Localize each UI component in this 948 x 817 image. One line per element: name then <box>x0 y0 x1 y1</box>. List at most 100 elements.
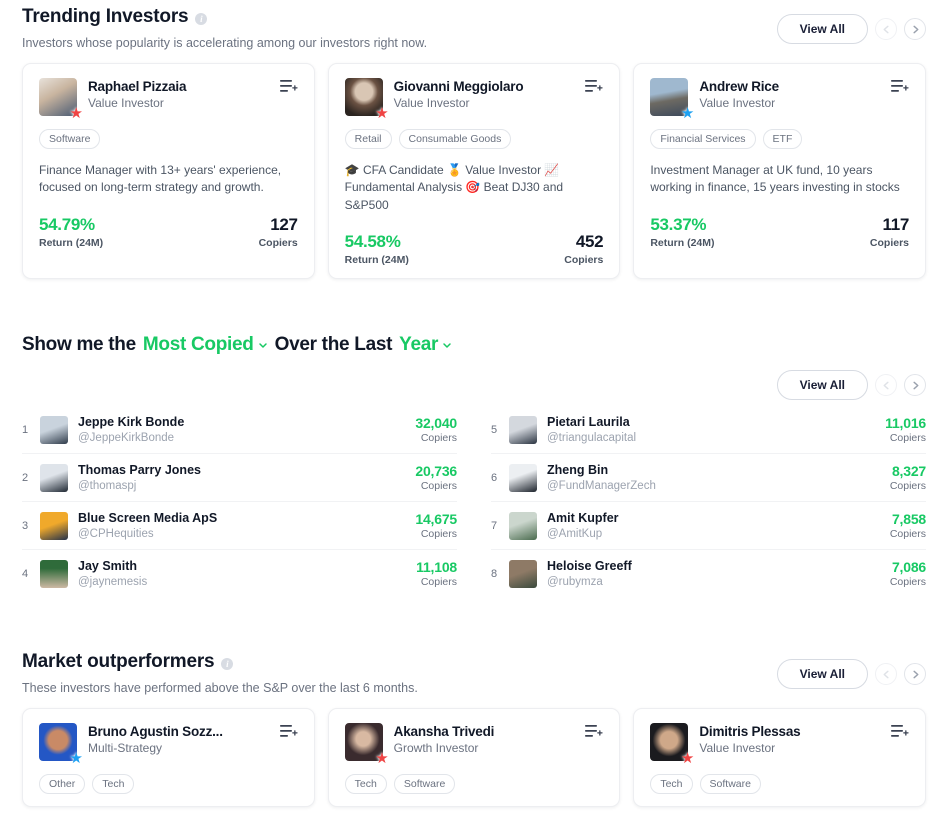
rank-number: 1 <box>22 423 29 436</box>
investor-stats: 54.79% Return (24M) 127 Copiers <box>39 215 298 249</box>
period-dropdown[interactable]: Year <box>399 334 452 356</box>
ranking-columns: 1 Jeppe Kirk Bonde @JeppeKirkBonde 32,04… <box>22 406 926 597</box>
list-item[interactable]: 1 Jeppe Kirk Bonde @JeppeKirkBonde 32,04… <box>22 406 457 455</box>
investor-card[interactable]: ★ Dimitris Plessas Value Investor Tech S… <box>633 708 927 808</box>
chevron-left-icon <box>883 25 889 33</box>
avatar <box>40 415 68 444</box>
investor-identity: Akansha Trivedi Growth Investor <box>394 723 495 755</box>
list-item[interactable]: 8 Heloise Greeff @rubymza 7,086 Copiers <box>491 550 926 597</box>
copiers-label: Copiers <box>564 254 604 267</box>
chevron-right-icon <box>912 25 918 33</box>
list-item[interactable]: 3 Blue Screen Media ApS @CPHequities 14,… <box>22 502 457 551</box>
list-item[interactable]: 2 Thomas Parry Jones @thomaspj 20,736 Co… <box>22 454 457 503</box>
return-value: 54.58% <box>344 232 401 252</box>
investor-handle: @FundManagerZech <box>547 480 656 493</box>
investor-stats: 53.37% Return (24M) 117 Copiers <box>650 215 909 249</box>
rank-number: 4 <box>22 567 29 580</box>
ranking-prev-button[interactable] <box>875 374 897 397</box>
investor-card[interactable]: ★ Bruno Agustin Sozz... Multi-Strategy O… <box>22 708 315 808</box>
list-item-stat: 8,327 Copiers <box>890 463 926 492</box>
list-item-stat: 20,736 Copiers <box>415 463 457 492</box>
investor-tags: Retail Consumable Goods <box>344 129 604 149</box>
investor-header: ★ Giovanni Meggiolaro Value Investor <box>344 78 604 121</box>
investor-name: Andrew Rice <box>699 79 779 94</box>
carousel-next-trending[interactable] <box>904 18 926 40</box>
info-icon[interactable]: i <box>221 657 234 670</box>
copiers-value: 127 <box>270 215 298 234</box>
metric-dropdown[interactable]: Most Copied <box>143 334 268 356</box>
avatar-wrap: ★ <box>39 723 83 766</box>
investor-card[interactable]: ★ Raphael Pizzaia Value Investor Softwar… <box>22 63 315 280</box>
info-icon[interactable]: i <box>195 12 208 25</box>
trending-viewall-group: View All <box>776 14 926 44</box>
return-stat: 53.37% Return (24M) <box>650 215 714 249</box>
copiers-value: 452 <box>575 232 604 252</box>
investor-card[interactable]: ★ Andrew Rice Value Investor Financial S… <box>633 63 927 280</box>
view-all-button-outperformers[interactable]: View All <box>776 659 868 690</box>
view-all-button-ranking[interactable]: View All <box>776 370 868 401</box>
investor-discovery-page: Trending Investors i Investors whose pop… <box>0 0 948 817</box>
list-item[interactable]: 5 Pietari Laurila @triangulacapital 11,0… <box>491 406 926 455</box>
copiers-value: 11,108 <box>416 559 457 576</box>
add-to-list-icon[interactable] <box>585 79 603 93</box>
investor-role: Value Investor <box>393 96 470 110</box>
list-item-stat: 7,086 Copiers <box>890 559 926 588</box>
tag-pill[interactable]: Tech <box>650 774 693 795</box>
copiers-value: 32,040 <box>415 415 457 432</box>
avatar-wrap: ★ <box>344 78 389 121</box>
section-title: Market outperformers <box>22 651 215 673</box>
avatar <box>509 463 537 492</box>
tag-pill[interactable]: Consumable Goods <box>398 129 512 149</box>
tag-pill[interactable]: Software <box>699 774 761 795</box>
list-item[interactable]: 4 Jay Smith @jaynemesis 11,108 Copiers <box>22 550 457 597</box>
tag-pill[interactable]: Retail <box>344 129 392 149</box>
carousel-prev-outperformers[interactable] <box>875 663 897 686</box>
list-item-identity: Heloise Greeff @rubymza <box>547 559 890 588</box>
add-to-list-icon[interactable] <box>279 724 298 738</box>
carousel-next-outperformers[interactable] <box>904 663 926 686</box>
carousel-prev-trending[interactable] <box>875 18 897 40</box>
copiers-label: Copiers <box>420 576 457 589</box>
investor-name: Thomas Parry Jones <box>78 463 201 478</box>
investor-name: Zheng Bin <box>547 463 609 478</box>
add-to-list-icon[interactable] <box>891 724 909 738</box>
page-title: Trending Investors <box>22 6 189 27</box>
avatar <box>40 559 68 588</box>
tag-pill[interactable]: Software <box>393 774 456 795</box>
return-label: Return (24M) <box>650 237 715 249</box>
copiers-label: Copiers <box>889 480 926 493</box>
tag-pill[interactable]: Tech <box>344 774 387 795</box>
investor-bio: Investment Manager at UK fund, 10 years … <box>650 163 900 195</box>
list-item-stat: 11,016 Copiers <box>885 415 926 444</box>
investor-name: Akansha Trivedi <box>393 724 495 740</box>
copiers-stat: 127 Copiers <box>259 215 298 249</box>
add-to-list-glyph <box>891 725 909 737</box>
ranking-next-button[interactable] <box>904 374 926 397</box>
investor-header: ★ Akansha Trivedi Growth Investor <box>344 723 604 766</box>
list-item[interactable]: 6 Zheng Bin @FundManagerZech 8,327 Copie… <box>491 454 926 503</box>
list-item-identity: Amit Kupfer @AmitKup <box>547 511 890 540</box>
tag-pill[interactable]: Software <box>39 129 101 149</box>
avatar <box>40 511 68 540</box>
tag-pill[interactable]: ETF <box>762 129 803 149</box>
investor-name: Heloise Greeff <box>547 559 632 574</box>
rank-number: 2 <box>22 471 29 484</box>
chevron-left-icon <box>883 670 889 679</box>
avatar-wrap: ★ <box>650 723 694 766</box>
copiers-value: 7,858 <box>891 511 926 528</box>
tag-pill[interactable]: Tech <box>92 774 135 795</box>
chevron-down-icon <box>258 343 267 348</box>
add-to-list-icon[interactable] <box>585 724 603 738</box>
investor-card[interactable]: ★ Akansha Trivedi Growth Investor Tech S… <box>327 708 621 808</box>
list-item-identity: Jay Smith @jaynemesis <box>78 559 416 588</box>
tag-pill[interactable]: Financial Services <box>650 129 756 149</box>
tag-pill[interactable]: Other <box>39 774 86 795</box>
avatar-wrap: ★ <box>650 78 694 121</box>
investor-card[interactable]: ★ Giovanni Meggiolaro Value Investor Ret… <box>327 63 621 280</box>
list-item[interactable]: 7 Amit Kupfer @AmitKup 7,858 Copiers <box>491 502 926 551</box>
copiers-label: Copiers <box>889 576 926 589</box>
rank-number: 8 <box>491 567 498 580</box>
add-to-list-icon[interactable] <box>279 79 298 93</box>
view-all-button-trending[interactable]: View All <box>776 14 868 44</box>
add-to-list-icon[interactable] <box>891 79 909 93</box>
